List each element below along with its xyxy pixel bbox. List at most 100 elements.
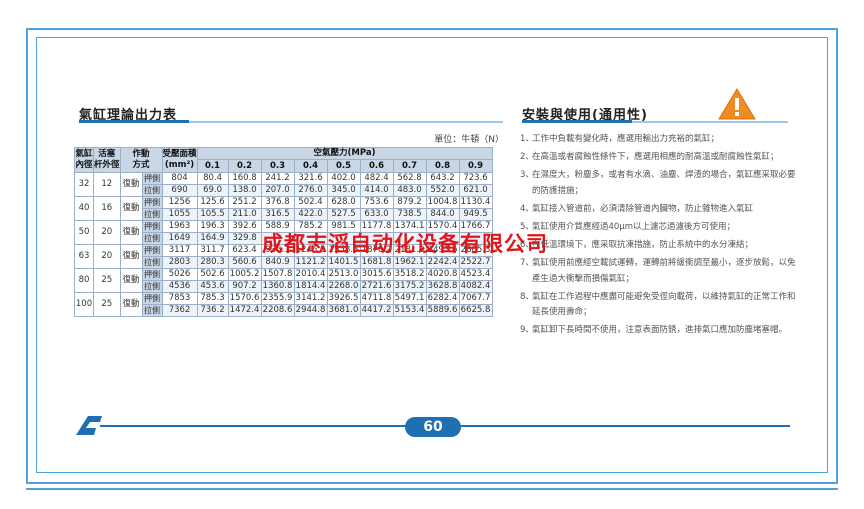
header-pressure-value: 0.5: [326, 159, 361, 173]
header-pressure-value: 0.8: [425, 159, 460, 173]
header-action-type: 作動 方式: [119, 147, 163, 173]
force-value-cell: 628.0: [326, 196, 361, 209]
note-item: 7、 氣缸使用前應經空載試運轉，運轉前將緩衝調至最小，逐步放鬆，以免產生過大衝擊而…: [520, 256, 796, 287]
note-text: 在低溫環境下，應采取抗凍措施，防止系統中的水分凍結；: [532, 239, 754, 250]
force-value-cell: 844.0: [425, 208, 460, 221]
note-number: 4、: [520, 203, 534, 214]
header-pressure-value: 0.9: [458, 159, 493, 173]
rod-diameter-cell: 20: [93, 244, 121, 269]
force-value-cell: 3628.8: [425, 280, 460, 293]
area-cell: 7362: [161, 304, 198, 317]
force-value-cell: 736.2: [196, 304, 229, 317]
force-value-cell: 1681.8: [359, 256, 394, 269]
force-value-cell: 1472.4: [227, 304, 262, 317]
pull-side-label: 拉側: [141, 304, 163, 317]
force-value-cell: 4523.4: [458, 268, 493, 281]
cylinder-bore-cell: 80: [74, 268, 94, 293]
force-value-cell: 138.0: [227, 184, 262, 197]
force-value-cell: 552.0: [425, 184, 460, 197]
force-value-cell: 2522.7: [458, 256, 493, 269]
action-type-cell: 復動: [119, 292, 143, 317]
force-value-cell: 1121.2: [293, 256, 328, 269]
force-value-cell: 4082.4: [458, 280, 493, 293]
force-value-cell: 241.2: [260, 172, 295, 185]
force-value-cell: 723.6: [458, 172, 493, 185]
force-value-cell: 316.5: [260, 208, 295, 221]
header-pressure-value: 0.1: [196, 159, 229, 173]
force-value-cell: 3926.5: [326, 292, 361, 305]
force-value-cell: 2208.6: [260, 304, 295, 317]
force-value-cell: 376.8: [260, 196, 295, 209]
note-text: 氣缸使用介質應經過40μm以上濾芯過濾後方可使用；: [532, 221, 736, 232]
note-item: 2、 在高溫或者腐蝕性條件下，應選用相應的耐高溫或耐腐蝕性氣缸；: [520, 150, 796, 166]
note-number: 6、: [520, 239, 534, 250]
force-value-cell: 3015.6: [359, 268, 394, 281]
pull-side-label: 拉側: [141, 184, 163, 197]
force-value-cell: 4417.2: [359, 304, 394, 317]
force-value-cell: 251.2: [227, 196, 262, 209]
force-value-cell: 562.8: [392, 172, 427, 185]
force-value-cell: 2513.0: [326, 268, 361, 281]
force-value-cell: 753.6: [359, 196, 394, 209]
force-value-cell: 164.9: [196, 232, 229, 245]
note-number: 7、: [520, 258, 534, 269]
area-cell: 3117: [161, 244, 198, 257]
force-value-cell: 80.4: [196, 172, 229, 185]
force-value-cell: 1507.8: [260, 268, 295, 281]
force-value-cell: 4020.8: [425, 268, 460, 281]
force-value-cell: 1130.4: [458, 196, 493, 209]
area-cell: 1055: [161, 208, 198, 221]
note-text: 氣缸使用前應經空載試運轉，運轉前將緩衝調至最小，逐步放鬆，以免產生過大衝擊而損傷…: [532, 258, 796, 284]
push-side-label: 押側: [141, 220, 163, 233]
note-item: 8、 氣缸在工作過程中應盡可能避免受徑向載荷，以維持氣缸的正常工作和延長使用壽命；: [520, 290, 796, 321]
header-pressure-value: 0.3: [260, 159, 295, 173]
push-side-label: 押側: [141, 244, 163, 257]
force-value-cell: 160.8: [227, 172, 262, 185]
force-value-cell: 907.2: [227, 280, 262, 293]
force-value-cell: 105.5: [196, 208, 229, 221]
installation-notes: 1、 工作中負載有變化時，應選用輸出力充裕的氣缸； 2、 在高溫或者腐蝕性條件下，應選…: [520, 132, 796, 341]
force-value-cell: 633.0: [359, 208, 394, 221]
force-value-cell: 392.6: [227, 220, 262, 233]
force-value-cell: 125.6: [196, 196, 229, 209]
note-text: 工作中負載有變化時，應選用輸出力充裕的氣缸；: [532, 134, 720, 144]
force-value-cell: 5889.6: [425, 304, 460, 317]
action-type-cell: 復動: [119, 172, 143, 197]
header-pressure-value: 0.6: [359, 159, 394, 173]
push-side-label: 押側: [141, 196, 163, 209]
pull-side-label: 拉側: [141, 256, 163, 269]
note-text: 在高溫或者腐蝕性條件下，應選用相應的耐高溫或耐腐蝕性氣缸；: [532, 152, 779, 163]
area-cell: 2803: [161, 256, 198, 269]
force-value-cell: 623.4: [227, 244, 262, 257]
force-value-cell: 2944.8: [293, 304, 328, 317]
left-title-underline: [79, 120, 503, 123]
rod-diameter-cell: 16: [93, 196, 121, 221]
table-row: 100 25 復動 押側 7853 785.3 1570.6 2355.9 3141.2 3926…: [74, 292, 493, 317]
force-value-cell: 6625.8: [458, 304, 493, 317]
force-value-cell: 1962.1: [392, 256, 427, 269]
area-cell: 804: [161, 172, 198, 185]
table-row: 80 25 復動 押側 5026 502.6 1005.2 1507.8 2010.4 2513.…: [74, 268, 493, 293]
force-value-cell: 6282.4: [425, 292, 460, 305]
note-text: 氣缸接入管道前，必須清除管道內臟物，防止雜物進入氣缸: [532, 203, 754, 214]
force-value-cell: 1570.6: [227, 292, 262, 305]
note-item: 5、 氣缸使用介質應經過40μm以上濾芯過濾後方可使用；: [520, 220, 796, 236]
rod-diameter-cell: 25: [93, 292, 121, 317]
bottom-rule: [26, 488, 838, 490]
force-value-cell: 414.0: [359, 184, 394, 197]
note-number: 1、: [520, 134, 534, 144]
push-side-label: 押側: [141, 268, 163, 281]
force-value-cell: 321.6: [293, 172, 328, 185]
action-type-cell: 復動: [119, 244, 143, 269]
right-title-underline: [522, 120, 788, 123]
force-value-cell: 453.6: [196, 280, 229, 293]
action-type-cell: 復動: [119, 220, 143, 245]
table-row: 32 12 復動 押側 804 80.4 160.8 241.2 321.6 402.0 482.4…: [74, 172, 493, 197]
force-value-cell: 2242.4: [425, 256, 460, 269]
force-value-cell: 2355.9: [260, 292, 295, 305]
force-value-cell: 527.5: [326, 208, 361, 221]
cylinder-bore-cell: 100: [74, 292, 94, 317]
page-number: 60: [405, 417, 461, 437]
note-number: 5、: [520, 221, 534, 232]
area-cell: 7853: [161, 292, 198, 305]
